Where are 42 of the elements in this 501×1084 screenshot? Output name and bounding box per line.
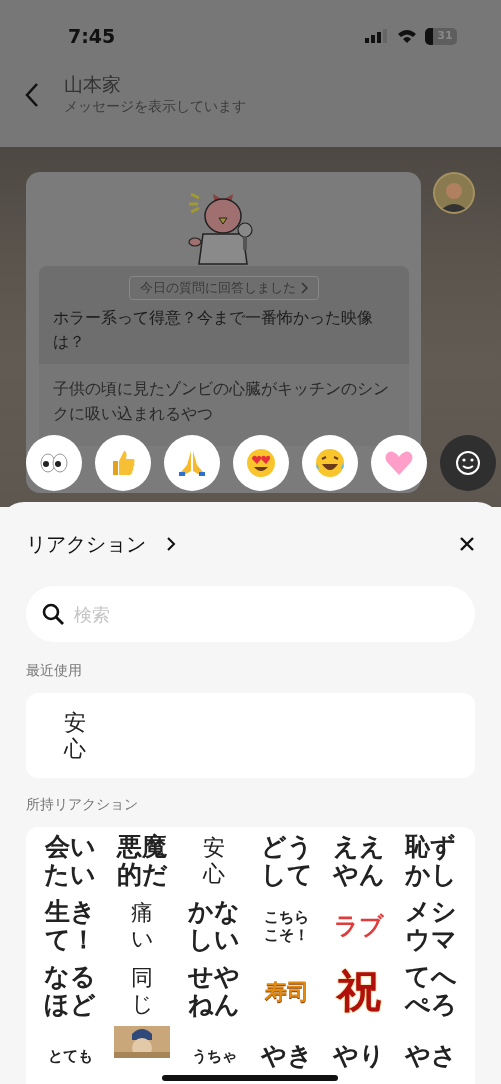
- reaction-stamp[interactable]: 恥ず かし: [404, 833, 457, 889]
- search-field[interactable]: 検索: [26, 586, 475, 642]
- reaction-stamp[interactable]: こちら こそ！: [264, 908, 310, 944]
- question-text: ホラー系って得意？今まで一番怖かった映像は？: [52, 306, 374, 353]
- reaction-stamp[interactable]: かな しい: [188, 898, 241, 954]
- reaction-stamp[interactable]: 安 心: [203, 835, 226, 887]
- close-icon[interactable]: [459, 536, 475, 552]
- reaction-stamp[interactable]: 生き て！: [44, 898, 96, 954]
- reaction-stamp[interactable]: せや ねん: [188, 963, 241, 1019]
- back-icon[interactable]: [24, 81, 40, 108]
- chevron-icon: [299, 281, 308, 294]
- search-input[interactable]: 検索: [74, 600, 460, 628]
- heart-eyes-icon: [245, 447, 277, 479]
- reaction-stamp[interactable]: どう して: [260, 833, 313, 889]
- section-label: 所持リアクション: [26, 795, 139, 814]
- reaction-stamp[interactable]: とても: [47, 1047, 93, 1065]
- chevron-icon[interactable]: [166, 536, 176, 552]
- reaction-stamp[interactable]: てへ ぺろ: [404, 963, 457, 1019]
- signal-icon: [365, 29, 389, 43]
- reaction-stamp[interactable]: 悪魔 的だ: [116, 833, 168, 889]
- status-time: 7:45: [68, 23, 116, 49]
- chat-title: 山本家: [64, 72, 122, 96]
- laughing-icon: [314, 447, 346, 479]
- reaction-stamp[interactable]: メシ ウマ: [404, 898, 457, 954]
- reaction-stamp[interactable]: ええ やん: [332, 833, 385, 889]
- reaction-stamp[interactable]: うちゃ: [191, 1047, 237, 1065]
- section-label: 最近使用: [26, 661, 83, 680]
- reaction-stamp[interactable]: 祝: [336, 967, 381, 1015]
- reaction-stamp[interactable]: やさ: [404, 1042, 457, 1070]
- reaction-stamp[interactable]: 同 じ: [130, 965, 154, 1017]
- answer-text: 子供の頃に見たゾンビの心臓がキッチンのシンクに吸い込まれるやつ: [52, 377, 390, 425]
- wifi-icon: [397, 28, 417, 44]
- reaction-stamp[interactable]: やき: [260, 1042, 313, 1070]
- reaction-stamp[interactable]: やり: [332, 1042, 385, 1070]
- reaction-stamp[interactable]: 会い たい: [44, 833, 97, 889]
- reaction-stamp[interactable]: 痛 い: [130, 900, 154, 952]
- reaction-stamp[interactable]: 安 心: [64, 709, 87, 762]
- smiley-icon: [455, 450, 481, 476]
- sheet-title: リアクション: [26, 531, 146, 558]
- reaction-stamp[interactable]: ラブ: [333, 908, 384, 944]
- search-icon: [41, 602, 65, 626]
- reaction-stamp[interactable]: なる ほど: [44, 963, 97, 1019]
